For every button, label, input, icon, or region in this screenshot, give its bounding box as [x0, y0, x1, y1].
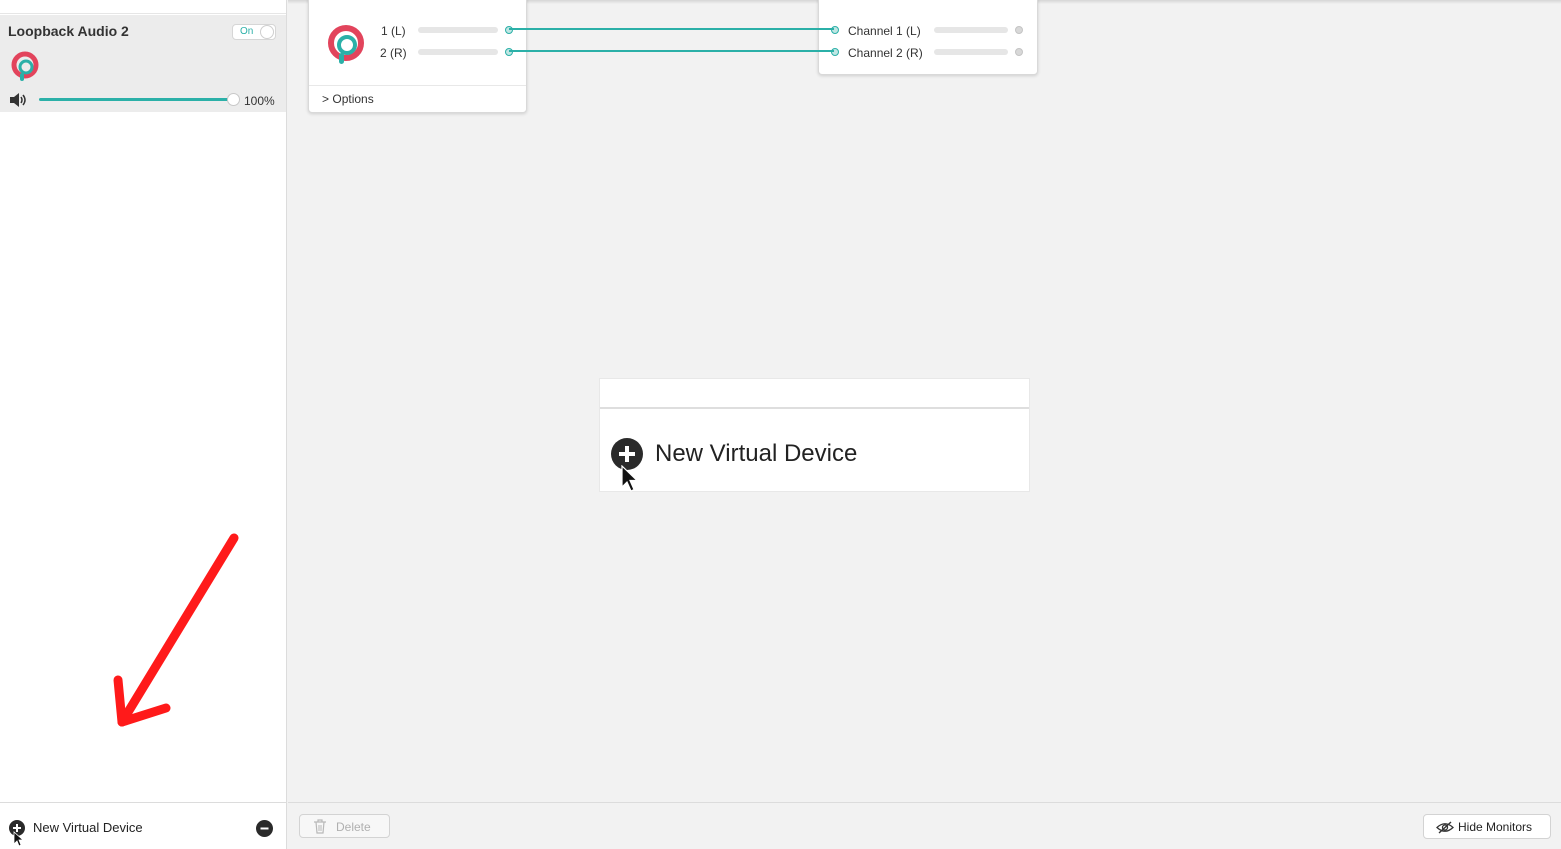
options-disclosure[interactable]: > Options — [322, 92, 374, 106]
sidebar-footer: New Virtual Device — [0, 802, 286, 849]
volume-slider-knob[interactable] — [227, 93, 240, 106]
source-output-port[interactable] — [505, 26, 513, 34]
speaker-icon[interactable] — [8, 92, 28, 108]
options-label: Options — [332, 92, 374, 106]
loopback-logo-icon — [328, 25, 364, 64]
source-channel-label: 2 (R) — [380, 46, 407, 60]
output-card[interactable]: Channel 1 (L) Channel 2 (R) — [818, 0, 1038, 75]
loopback-logo-icon — [11, 51, 39, 81]
toggle-label: On — [240, 26, 254, 37]
eye-slash-icon — [1436, 821, 1454, 834]
output-input-port[interactable] — [831, 26, 839, 34]
hide-monitors-button[interactable]: Hide Monitors — [1423, 814, 1551, 839]
source-level-meter — [418, 49, 498, 55]
new-virtual-device-button[interactable]: New Virtual Device — [33, 820, 143, 835]
volume-slider-track[interactable] — [39, 98, 234, 101]
output-channel-label: Channel 1 (L) — [848, 24, 921, 38]
volume-percent: 100% — [244, 94, 275, 108]
output-port[interactable] — [1015, 26, 1023, 34]
device-card-loopback-audio-2[interactable]: Loopback Audio 2 On 100% — [0, 15, 286, 112]
sidebar-previous-item[interactable] — [0, 0, 286, 14]
output-level-meter — [934, 49, 1008, 55]
bottom-toolbar: Delete Hide Monitors — [288, 802, 1561, 849]
zoom-callout: New Virtual Device — [599, 378, 1030, 492]
source-channel-label: 1 (L) — [381, 24, 406, 38]
output-input-port[interactable] — [831, 48, 839, 56]
source-level-meter — [418, 27, 498, 33]
callout-label: New Virtual Device — [655, 440, 858, 467]
device-power-toggle[interactable]: On — [232, 24, 276, 40]
cursor-icon — [13, 831, 23, 847]
trash-icon — [314, 819, 326, 834]
hide-monitors-label: Hide Monitors — [1458, 820, 1533, 834]
device-name: Loopback Audio 2 — [8, 23, 129, 39]
source-card[interactable]: 1 (L) 2 (R) > Options — [308, 0, 527, 113]
delete-label: Delete — [336, 820, 371, 834]
callout-divider — [600, 407, 1029, 409]
delete-button[interactable]: Delete — [299, 814, 390, 838]
remove-circle-icon[interactable] — [256, 820, 273, 837]
source-output-port[interactable] — [505, 48, 513, 56]
arrow-annotation — [113, 533, 239, 727]
card-divider — [309, 85, 526, 86]
output-channel-label: Channel 2 (R) — [848, 46, 923, 60]
chevron-right-icon: > — [322, 92, 330, 106]
toggle-knob — [260, 25, 274, 39]
cursor-icon — [621, 465, 638, 492]
output-port[interactable] — [1015, 48, 1023, 56]
output-level-meter — [934, 27, 1008, 33]
